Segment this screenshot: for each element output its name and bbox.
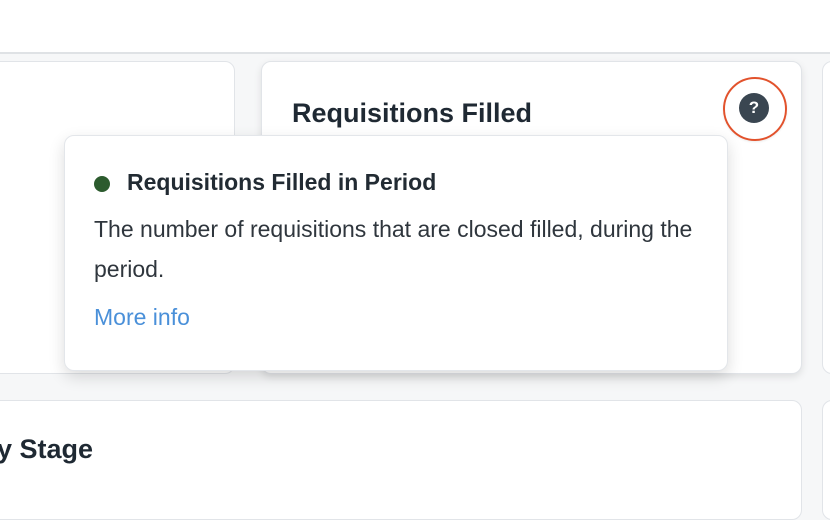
more-info-link[interactable]: More info xyxy=(94,304,190,331)
lower-right-card xyxy=(822,400,830,520)
legend-dot-icon xyxy=(94,176,110,192)
question-mark-icon[interactable]: ? xyxy=(739,93,769,123)
tooltip-description: The number of requisitions that are clos… xyxy=(94,216,693,282)
info-tooltip: Requisitions Filled in Period The number… xyxy=(64,135,728,371)
lower-card xyxy=(0,400,802,520)
right-card xyxy=(822,61,830,374)
lower-card-title: ey Stage xyxy=(0,434,94,464)
top-bar xyxy=(0,0,830,54)
tooltip-title: Requisitions Filled in Period xyxy=(127,169,437,195)
card-title: Requisitions Filled xyxy=(292,98,533,128)
